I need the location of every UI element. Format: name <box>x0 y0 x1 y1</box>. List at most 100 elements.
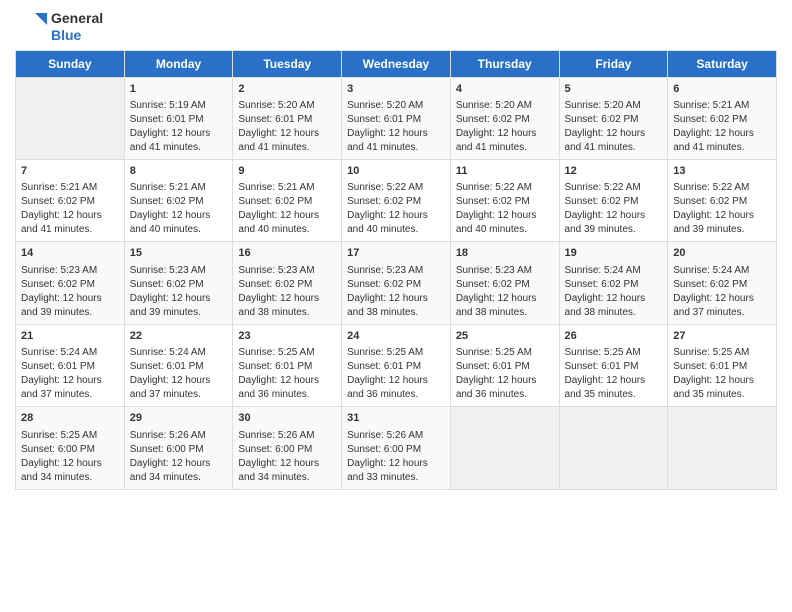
day-info: Sunset: 6:02 PM <box>456 278 554 292</box>
day-info: Daylight: 12 hours and 37 minutes. <box>130 374 228 402</box>
day-info: Daylight: 12 hours and 34 minutes. <box>238 457 336 485</box>
calendar-week-row: 14Sunrise: 5:23 AMSunset: 6:02 PMDayligh… <box>16 242 777 324</box>
calendar-cell: 31Sunrise: 5:26 AMSunset: 6:00 PMDayligh… <box>342 407 451 489</box>
header: General Blue <box>15 10 777 44</box>
day-info: Daylight: 12 hours and 38 minutes. <box>347 292 445 320</box>
calendar-cell: 26Sunrise: 5:25 AMSunset: 6:01 PMDayligh… <box>559 324 668 406</box>
day-info: Daylight: 12 hours and 36 minutes. <box>347 374 445 402</box>
day-info: Sunrise: 5:23 AM <box>21 264 119 278</box>
col-sunday: Sunday <box>16 50 125 77</box>
day-info: Daylight: 12 hours and 36 minutes. <box>456 374 554 402</box>
day-info: Sunset: 6:02 PM <box>673 278 771 292</box>
calendar-cell <box>668 407 777 489</box>
day-info: Daylight: 12 hours and 36 minutes. <box>238 374 336 402</box>
day-info: Sunset: 6:01 PM <box>673 360 771 374</box>
day-number: 21 <box>21 329 119 344</box>
logo-line1: General <box>51 10 103 27</box>
calendar-cell: 10Sunrise: 5:22 AMSunset: 6:02 PMDayligh… <box>342 159 451 241</box>
calendar-week-row: 21Sunrise: 5:24 AMSunset: 6:01 PMDayligh… <box>16 324 777 406</box>
day-info: Daylight: 12 hours and 41 minutes. <box>130 127 228 155</box>
calendar-week-row: 1Sunrise: 5:19 AMSunset: 6:01 PMDaylight… <box>16 77 777 159</box>
calendar-cell <box>16 77 125 159</box>
calendar-cell: 3Sunrise: 5:20 AMSunset: 6:01 PMDaylight… <box>342 77 451 159</box>
calendar-cell: 19Sunrise: 5:24 AMSunset: 6:02 PMDayligh… <box>559 242 668 324</box>
day-info: Sunset: 6:02 PM <box>238 278 336 292</box>
day-number: 28 <box>21 411 119 426</box>
day-info: Sunrise: 5:25 AM <box>347 346 445 360</box>
day-info: Sunset: 6:01 PM <box>347 360 445 374</box>
day-info: Sunrise: 5:22 AM <box>673 181 771 195</box>
calendar-cell: 22Sunrise: 5:24 AMSunset: 6:01 PMDayligh… <box>124 324 233 406</box>
day-info: Sunset: 6:01 PM <box>565 360 663 374</box>
day-info: Daylight: 12 hours and 35 minutes. <box>673 374 771 402</box>
day-info: Sunrise: 5:24 AM <box>21 346 119 360</box>
day-info: Daylight: 12 hours and 41 minutes. <box>21 209 119 237</box>
day-info: Daylight: 12 hours and 34 minutes. <box>130 457 228 485</box>
day-number: 4 <box>456 82 554 97</box>
day-info: Sunrise: 5:24 AM <box>565 264 663 278</box>
day-info: Sunrise: 5:21 AM <box>21 181 119 195</box>
day-info: Sunrise: 5:22 AM <box>565 181 663 195</box>
day-info: Daylight: 12 hours and 38 minutes. <box>456 292 554 320</box>
day-info: Sunrise: 5:20 AM <box>238 99 336 113</box>
day-info: Sunrise: 5:22 AM <box>347 181 445 195</box>
logo-graphic: General Blue <box>15 10 103 44</box>
day-info: Sunset: 6:02 PM <box>238 195 336 209</box>
calendar-cell: 15Sunrise: 5:23 AMSunset: 6:02 PMDayligh… <box>124 242 233 324</box>
calendar-cell: 25Sunrise: 5:25 AMSunset: 6:01 PMDayligh… <box>450 324 559 406</box>
calendar-cell: 9Sunrise: 5:21 AMSunset: 6:02 PMDaylight… <box>233 159 342 241</box>
calendar-week-row: 7Sunrise: 5:21 AMSunset: 6:02 PMDaylight… <box>16 159 777 241</box>
day-info: Sunrise: 5:25 AM <box>673 346 771 360</box>
day-number: 12 <box>565 164 663 179</box>
day-info: Sunset: 6:02 PM <box>456 195 554 209</box>
day-number: 13 <box>673 164 771 179</box>
day-info: Daylight: 12 hours and 33 minutes. <box>347 457 445 485</box>
day-info: Sunrise: 5:19 AM <box>130 99 228 113</box>
calendar-cell: 2Sunrise: 5:20 AMSunset: 6:01 PMDaylight… <box>233 77 342 159</box>
day-info: Sunrise: 5:24 AM <box>673 264 771 278</box>
day-number: 17 <box>347 246 445 261</box>
calendar-cell: 16Sunrise: 5:23 AMSunset: 6:02 PMDayligh… <box>233 242 342 324</box>
day-number: 19 <box>565 246 663 261</box>
day-info: Sunset: 6:00 PM <box>21 443 119 457</box>
day-number: 23 <box>238 329 336 344</box>
day-info: Sunrise: 5:25 AM <box>565 346 663 360</box>
day-info: Sunrise: 5:25 AM <box>238 346 336 360</box>
day-number: 5 <box>565 82 663 97</box>
calendar-cell: 8Sunrise: 5:21 AMSunset: 6:02 PMDaylight… <box>124 159 233 241</box>
day-info: Sunset: 6:01 PM <box>21 360 119 374</box>
calendar-cell: 27 Sunrise: 5:25 AMSunset: 6:01 PMDayligh… <box>668 324 777 406</box>
day-info: Daylight: 12 hours and 40 minutes. <box>238 209 336 237</box>
day-info: Sunset: 6:01 PM <box>238 360 336 374</box>
calendar-cell: 24Sunrise: 5:25 AMSunset: 6:01 PMDayligh… <box>342 324 451 406</box>
col-saturday: Saturday <box>668 50 777 77</box>
calendar-cell <box>450 407 559 489</box>
day-info: Sunrise: 5:25 AM <box>21 429 119 443</box>
day-number: 8 <box>130 164 228 179</box>
calendar-cell: 21Sunrise: 5:24 AMSunset: 6:01 PMDayligh… <box>16 324 125 406</box>
day-info: Sunrise: 5:20 AM <box>347 99 445 113</box>
calendar-cell: 6Sunrise: 5:21 AMSunset: 6:02 PMDaylight… <box>668 77 777 159</box>
day-info: Daylight: 12 hours and 41 minutes. <box>673 127 771 155</box>
calendar-header-row: Sunday Monday Tuesday Wednesday Thursday… <box>16 50 777 77</box>
day-info: Sunset: 6:02 PM <box>130 195 228 209</box>
day-number: 31 <box>347 411 445 426</box>
col-wednesday: Wednesday <box>342 50 451 77</box>
day-number: 14 <box>21 246 119 261</box>
day-info: Daylight: 12 hours and 41 minutes. <box>347 127 445 155</box>
day-number: 2 <box>238 82 336 97</box>
calendar-cell: 30Sunrise: 5:26 AMSunset: 6:00 PMDayligh… <box>233 407 342 489</box>
day-info: Sunrise: 5:22 AM <box>456 181 554 195</box>
day-info: Sunset: 6:02 PM <box>565 195 663 209</box>
day-number: 1 <box>130 82 228 97</box>
day-info: Sunset: 6:02 PM <box>347 195 445 209</box>
day-number: 27 <box>673 329 771 344</box>
day-info: Daylight: 12 hours and 41 minutes. <box>456 127 554 155</box>
col-friday: Friday <box>559 50 668 77</box>
day-number: 29 <box>130 411 228 426</box>
day-info: Sunrise: 5:21 AM <box>130 181 228 195</box>
day-number: 18 <box>456 246 554 261</box>
col-monday: Monday <box>124 50 233 77</box>
day-number: 20 <box>673 246 771 261</box>
calendar-cell: 13Sunrise: 5:22 AMSunset: 6:02 PMDayligh… <box>668 159 777 241</box>
